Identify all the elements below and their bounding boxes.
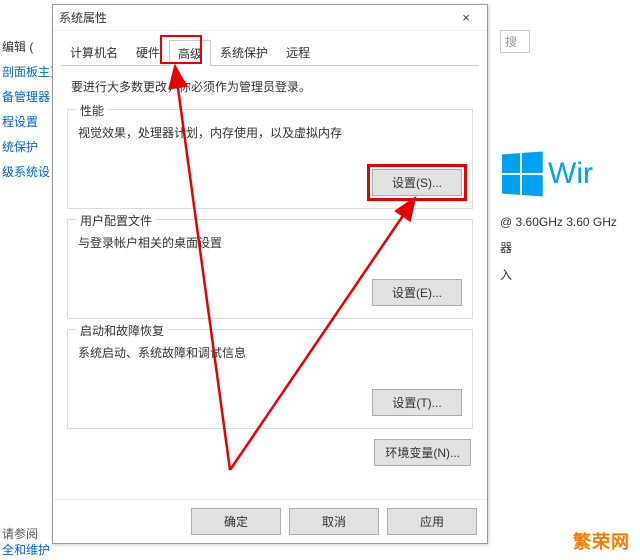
background-right-fragments: 搜 Wir @ 3.60GHz 3.60 GHz 器 入 bbox=[500, 30, 640, 293]
close-button[interactable]: × bbox=[451, 10, 481, 25]
bg-link[interactable]: 统保护 bbox=[2, 138, 48, 155]
dialog-tabs: 计算机名 硬件 高级 系统保护 远程 bbox=[61, 39, 479, 66]
group-legend: 启动和故障恢复 bbox=[76, 322, 168, 339]
dialog-footer: 确定 取消 应用 bbox=[53, 499, 487, 543]
group-performance: 性能 视觉效果，处理器计划，内存使用，以及虚拟内存 设置(S)... bbox=[67, 109, 473, 209]
bg-link[interactable]: 全和维护 bbox=[2, 541, 50, 558]
dialog-panel: 要进行大多数更改，你必须作为管理员登录。 性能 视觉效果，处理器计划，内存使用，… bbox=[53, 66, 487, 484]
group-legend: 性能 bbox=[76, 102, 108, 119]
user-profiles-settings-button[interactable]: 设置(E)... bbox=[372, 279, 462, 306]
group-desc: 与登录帐户相关的桌面设置 bbox=[78, 234, 462, 251]
bg-link[interactable]: 剖面板主页 bbox=[2, 63, 48, 80]
group-user-profiles: 用户配置文件 与登录帐户相关的桌面设置 设置(E)... bbox=[67, 219, 473, 319]
apply-button[interactable]: 应用 bbox=[387, 508, 477, 535]
see-also-label: 请参阅 bbox=[2, 525, 38, 542]
dialog-titlebar: 系统属性 × bbox=[53, 5, 487, 31]
bg-text: 入 bbox=[500, 266, 640, 283]
group-desc: 视觉效果，处理器计划，内存使用，以及虚拟内存 bbox=[78, 124, 462, 141]
ok-button[interactable]: 确定 bbox=[191, 508, 281, 535]
bg-link[interactable]: 程设置 bbox=[2, 113, 48, 130]
tab-remote[interactable]: 远程 bbox=[277, 39, 319, 65]
tab-computer-name[interactable]: 计算机名 bbox=[61, 39, 127, 65]
group-legend: 用户配置文件 bbox=[76, 212, 156, 229]
search-input[interactable]: 搜 bbox=[500, 30, 530, 53]
system-properties-dialog: 系统属性 × 计算机名 硬件 高级 系统保护 远程 要进行大多数更改，你必须作为… bbox=[52, 4, 488, 544]
environment-variables-button[interactable]: 环境变量(N)... bbox=[374, 439, 471, 466]
tab-system-protection[interactable]: 系统保护 bbox=[211, 39, 277, 65]
admin-note: 要进行大多数更改，你必须作为管理员登录。 bbox=[71, 78, 469, 95]
watermark: 繁荣网 bbox=[573, 528, 630, 554]
bg-text: 器 bbox=[500, 239, 640, 256]
group-desc: 系统启动、系统故障和调试信息 bbox=[78, 344, 462, 361]
bg-link[interactable]: 级系统设 bbox=[2, 163, 48, 180]
windows-logo: Wir bbox=[500, 153, 640, 195]
cpu-ghz-text: @ 3.60GHz 3.60 GHz bbox=[500, 215, 640, 229]
performance-settings-button[interactable]: 设置(S)... bbox=[372, 169, 462, 196]
cancel-button[interactable]: 取消 bbox=[289, 508, 379, 535]
bg-link[interactable]: 备管理器 bbox=[2, 88, 48, 105]
group-startup-recovery: 启动和故障恢复 系统启动、系统故障和调试信息 设置(T)... bbox=[67, 329, 473, 429]
background-left-fragments: 编辑 ( 剖面板主页 备管理器 程设置 统保护 级系统设 bbox=[0, 30, 50, 188]
windows-icon bbox=[502, 151, 543, 196]
dialog-title: 系统属性 bbox=[59, 9, 451, 26]
tab-hardware[interactable]: 硬件 bbox=[127, 39, 169, 65]
tab-advanced[interactable]: 高级 bbox=[169, 40, 211, 66]
startup-recovery-settings-button[interactable]: 设置(T)... bbox=[372, 389, 462, 416]
